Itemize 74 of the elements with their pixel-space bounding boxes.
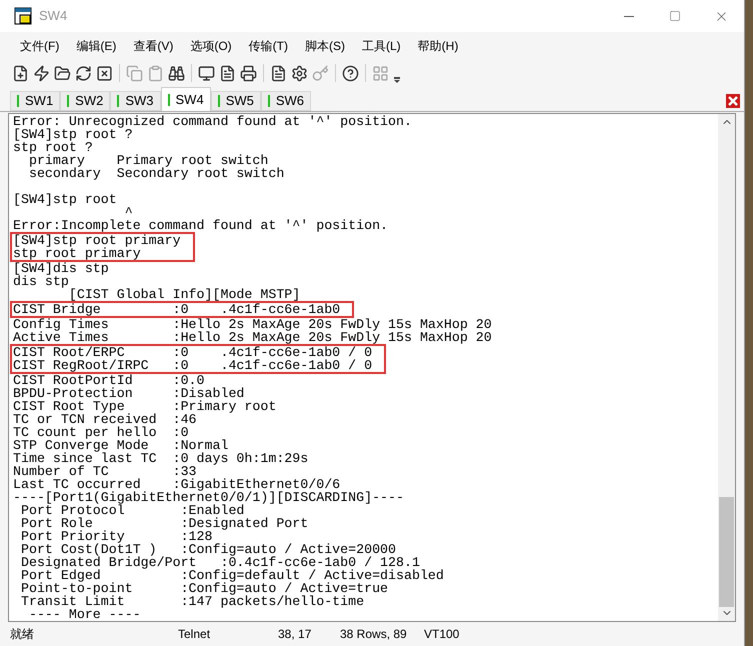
- terminal-line: Port Edged :Config=default / Active=disabled: [20, 569, 444, 582]
- monitor-icon[interactable]: [198, 64, 215, 82]
- terminal-line: STP Converge Mode :Normal: [13, 439, 228, 452]
- properties-icon[interactable]: [270, 64, 287, 82]
- session-tab[interactable]: SW6: [260, 91, 312, 111]
- menu-item[interactable]: 文件(F): [12, 37, 68, 55]
- terminal-line: Transit Limit :147 packets/hello-time: [20, 595, 364, 608]
- status-field: 38 Rows, 89: [337, 625, 421, 643]
- terminal-line: Config Times :Hello 2s MaxAge 20s FwDly 15s MaxHop 20: [13, 318, 492, 331]
- terminal-line: ----[Port1(GigabitEthernet0/0/1)][DISCARDING]----: [13, 491, 404, 504]
- menu-item[interactable]: 编辑(E): [68, 37, 124, 55]
- scrollbar-thumb[interactable]: [719, 497, 734, 607]
- terminal-line: Time since last TC :0 days 0h:1m:29s: [13, 452, 308, 465]
- terminal-line: CIST Root Type :Primary root: [13, 400, 276, 413]
- folder-icon[interactable]: [54, 64, 71, 82]
- new-session-icon[interactable]: [12, 64, 29, 82]
- terminal-line: TC or TCN received :46: [13, 413, 197, 426]
- connect-icon[interactable]: [33, 64, 50, 82]
- terminal-line: Number of TC :33: [13, 465, 197, 478]
- terminal-line: ^: [124, 206, 133, 219]
- menu-item[interactable]: 工具(L): [354, 37, 409, 55]
- reconnect-icon[interactable]: [75, 64, 92, 82]
- close-tab-icon[interactable]: [726, 94, 740, 108]
- terminal-line: CIST Root/ERPC :0 .4c1f-cc6e-1ab0 / 0: [13, 346, 372, 359]
- terminal-line: CIST Bridge :0 .4c1f-cc6e-1ab0: [13, 303, 340, 316]
- maximize-icon: [669, 10, 681, 22]
- terminal-line: Port Priority :128: [20, 530, 212, 543]
- menu-item[interactable]: 传输(T): [240, 37, 296, 55]
- terminal-line: Active Times :Hello 2s MaxAge 20s FwDly 15s MaxHop 20: [13, 331, 492, 344]
- session-tab[interactable]: SW3: [110, 91, 161, 111]
- terminal-line: Port Cost(Dot1T ) :Config=auto / Active=20000: [20, 543, 396, 556]
- help-icon[interactable]: [342, 64, 359, 82]
- terminal-line: Error:Incomplete command found at '^' position.: [13, 219, 388, 232]
- terminal-line: primary Primary root switch: [28, 154, 268, 167]
- terminal-line: dis stp: [13, 275, 69, 288]
- menu-item[interactable]: 帮助(H): [410, 37, 466, 55]
- app-icon: [14, 7, 32, 25]
- session-tab[interactable]: SW5: [210, 91, 261, 111]
- terminal-line: [CIST Global Info][Mode MSTP]: [68, 288, 300, 301]
- terminal-line: TC count per hello :0: [13, 426, 189, 439]
- terminal-line: [SW4]stp root primary: [13, 234, 181, 247]
- terminal-line: Error: Unrecognized command found at '^' position.: [13, 115, 412, 128]
- menu-item[interactable]: 查看(V): [125, 37, 182, 55]
- menu-item[interactable]: 选项(O): [182, 37, 240, 55]
- terminal-line: [SW4]stp root: [13, 193, 117, 206]
- session-tab[interactable]: SW4: [160, 87, 211, 111]
- terminal-line: stp root primary: [13, 247, 141, 260]
- session-tab[interactable]: SW2: [60, 91, 110, 111]
- session-tab[interactable]: SW1: [10, 91, 60, 111]
- terminal-line: CIST RootPortId :0.0: [13, 374, 205, 387]
- terminal-line: [SW4]stp root ?: [13, 128, 133, 141]
- terminal-line: Designated Bridge/Port :0.4c1f-cc6e-1ab0 / 128.1: [20, 556, 420, 569]
- print-setup-icon[interactable]: [219, 64, 236, 82]
- terminal-line: Port Role :Designated Port: [20, 517, 308, 530]
- menu-item[interactable]: 脚本(S): [296, 37, 353, 55]
- terminal-line: CIST RegRoot/IRPC :0 .4c1f-cc6e-1ab0 / 0: [13, 359, 372, 372]
- status-field: 38, 17: [275, 625, 337, 643]
- terminal-line: [SW4]dis stp: [13, 262, 109, 275]
- terminal-line: Last TC occurred :GigabitEthernet0/0/6: [13, 478, 340, 491]
- printer-icon[interactable]: [240, 64, 257, 82]
- status-field: 就绪: [0, 625, 175, 643]
- terminal-line: Port Protocol :Enabled: [20, 504, 244, 517]
- terminal-line: BPDU-Protection :Disabled: [13, 387, 244, 400]
- terminal-line: stp root ?: [13, 141, 93, 154]
- settings-icon[interactable]: [291, 64, 308, 82]
- scrollbar[interactable]: [718, 114, 735, 621]
- terminal-line: Point-to-point :Config=auto / Active=true: [20, 582, 388, 595]
- disconnect-icon[interactable]: [96, 64, 113, 82]
- status-field: VT100: [421, 625, 481, 643]
- find-icon[interactable]: [168, 64, 185, 82]
- status-field: Telnet: [175, 625, 275, 643]
- terminal-line: ---- More ----: [28, 608, 141, 621]
- window-title: SW4: [39, 7, 68, 26]
- terminal-line: secondary Secondary root switch: [28, 167, 284, 180]
